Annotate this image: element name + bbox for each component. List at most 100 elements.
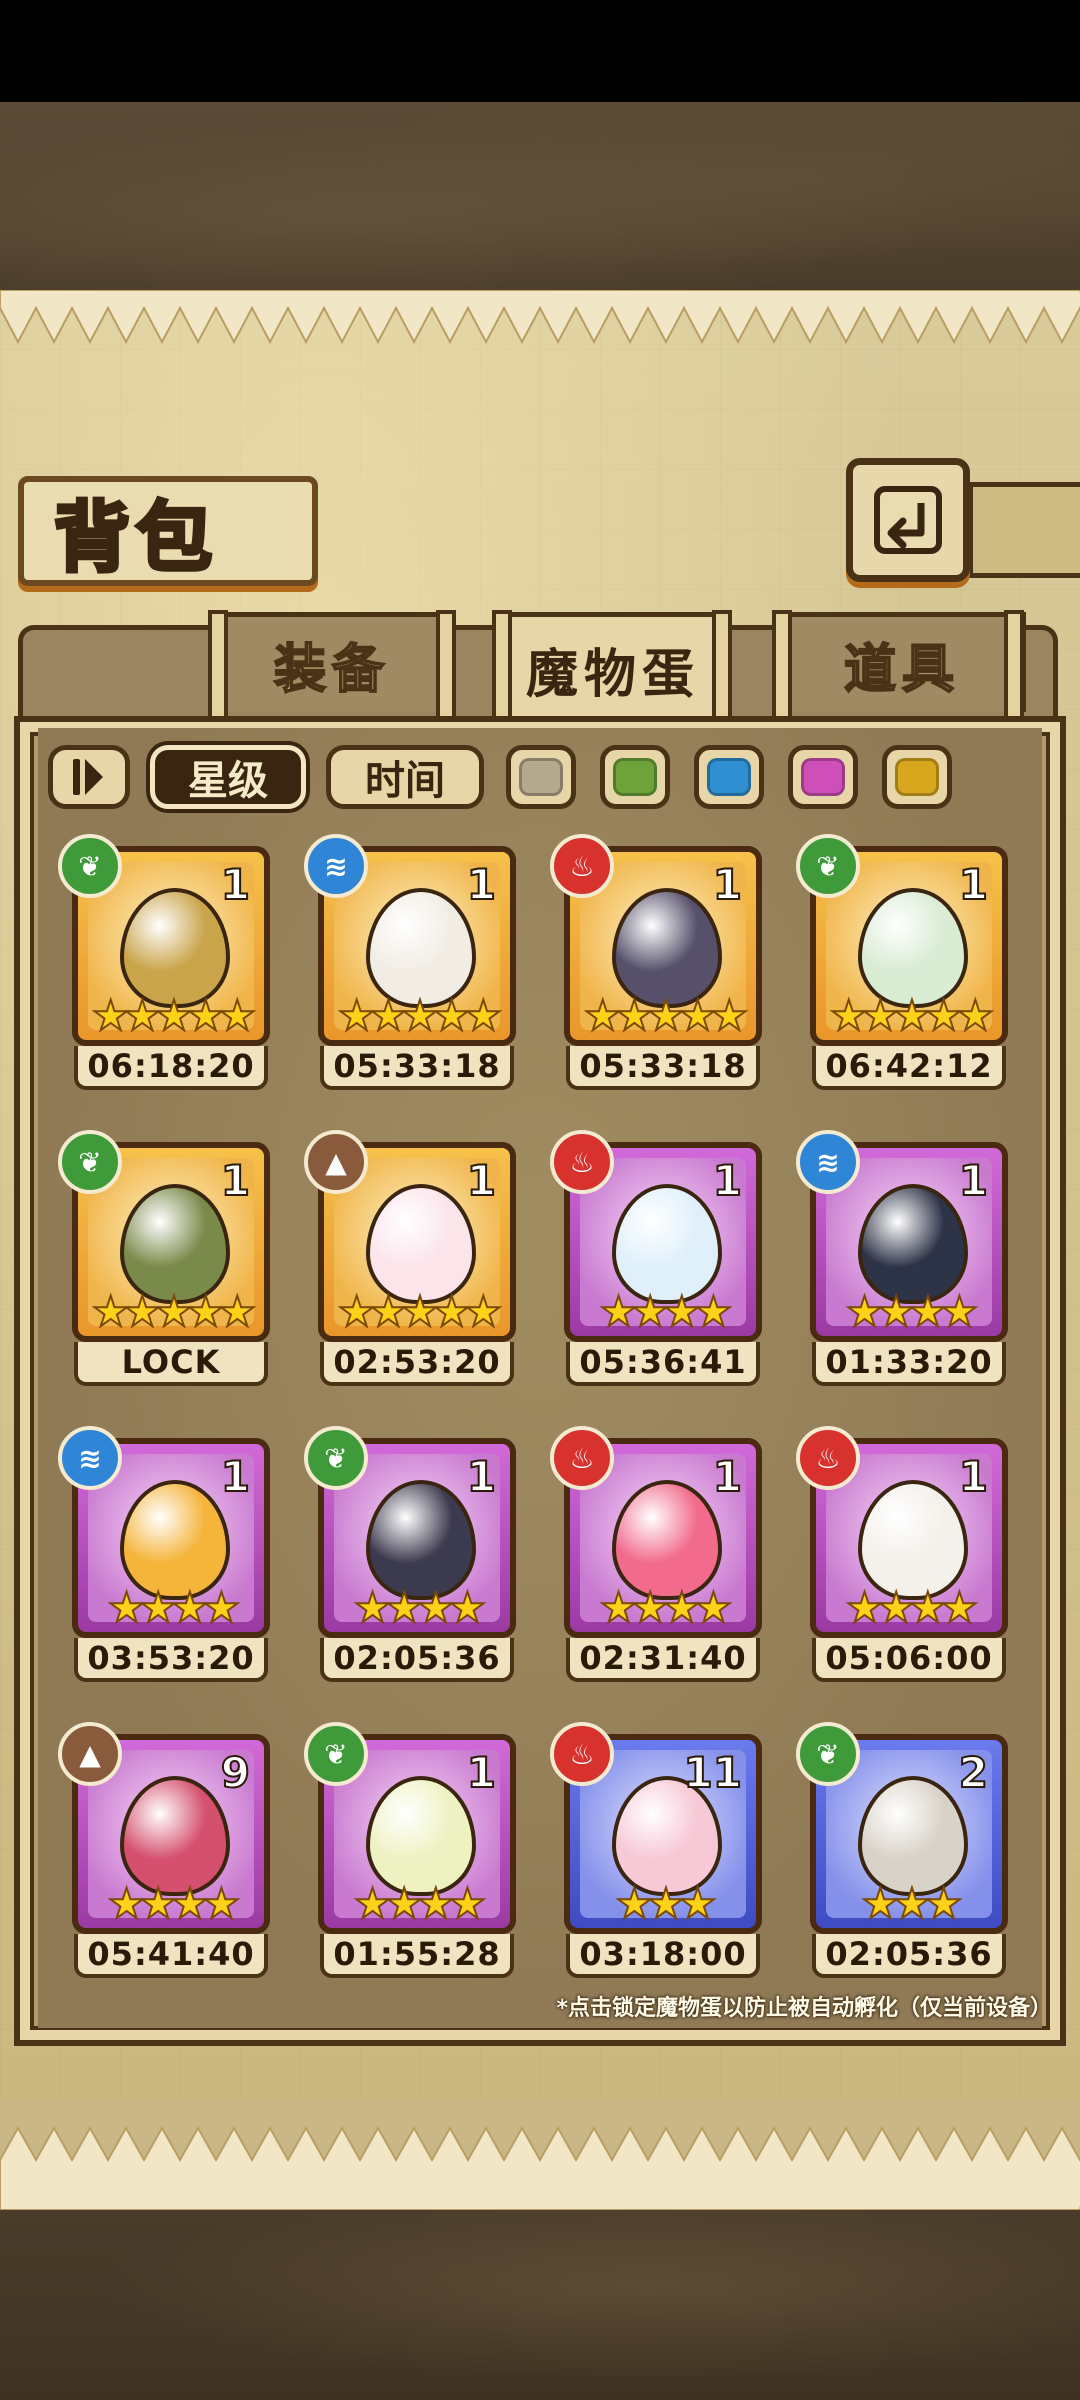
- hatch-timer: 05:06:00: [812, 1638, 1006, 1682]
- egg-count: 1: [958, 1155, 989, 1206]
- swatch-purple: [801, 758, 845, 796]
- earth-element-icon: ▲: [304, 1130, 368, 1194]
- filter-color-green[interactable]: [600, 745, 670, 809]
- tab-post: [772, 610, 792, 728]
- fire-element-icon: ♨: [550, 1722, 614, 1786]
- egg-card[interactable]: 9 ★★★★ ▲ 05:41:40: [58, 1722, 270, 1978]
- egg-card[interactable]: 1 ★★★★ ≋ 01:33:20: [796, 1130, 1008, 1386]
- water-element-icon: ≋: [796, 1130, 860, 1194]
- egg-count: 1: [466, 1155, 497, 1206]
- filter-color-gold[interactable]: [882, 745, 952, 809]
- star-rating: ★★★★★: [91, 991, 257, 1040]
- hatch-timer: 02:05:36: [812, 1934, 1006, 1978]
- hatch-timer: 03:18:00: [566, 1934, 760, 1978]
- hatch-timer: 02:05:36: [320, 1638, 514, 1682]
- tab-monster-eggs[interactable]: 魔物蛋: [498, 612, 728, 722]
- tab-post: [492, 610, 512, 728]
- egg-card[interactable]: 1 ★★★★★ ❦ 06:18:20: [58, 834, 270, 1090]
- hatch-timer: 05:36:41: [566, 1342, 760, 1386]
- egg-card[interactable]: 1 ★★★★★ ❦ 06:42:12: [796, 834, 1008, 1090]
- star-rating: ★★★★: [107, 1879, 242, 1928]
- water-element-icon: ≋: [58, 1426, 122, 1490]
- status-bar: [0, 0, 1080, 102]
- water-element-icon: ≋: [304, 834, 368, 898]
- back-button[interactable]: [846, 458, 970, 582]
- hatch-timer-text: 05:41:40: [87, 1935, 255, 1973]
- star-rating: ★★★★: [845, 1287, 980, 1336]
- hatch-timer-text: 05:06:00: [825, 1639, 993, 1677]
- lock-hint-note: *点击锁定魔物蛋以防止被自动孵化（仅当前设备）: [556, 1996, 1052, 2021]
- tab-label: 装备: [273, 638, 390, 701]
- sort-by-time-button[interactable]: 时间: [326, 745, 484, 809]
- star-rating: ★★★★: [107, 1583, 242, 1632]
- egg-card[interactable]: 1 ★★★★★ ≋ 05:33:18: [304, 834, 516, 1090]
- hatch-timer: 02:31:40: [566, 1638, 760, 1682]
- hatch-timer-text: LOCK: [121, 1343, 221, 1381]
- fire-element-icon: ♨: [550, 1130, 614, 1194]
- egg-count: 1: [220, 859, 251, 910]
- filter-color-blue[interactable]: [694, 745, 764, 809]
- sort-order-icon: [73, 759, 103, 795]
- hatch-timer: 01:33:20: [812, 1342, 1006, 1386]
- egg-card[interactable]: 1 ★★★★ ❦ 02:05:36: [304, 1426, 516, 1682]
- egg-count: 11: [683, 1747, 743, 1798]
- tab-equipment[interactable]: 装备: [212, 612, 452, 712]
- egg-card[interactable]: 1 ★★★★ ♨ 05:06:00: [796, 1426, 1008, 1682]
- map-background-top: [0, 102, 1080, 292]
- star-rating: ★★★★: [599, 1287, 734, 1336]
- egg-count: 1: [466, 859, 497, 910]
- swatch-green: [613, 758, 657, 796]
- hatch-timer-text: 05:33:18: [579, 1047, 747, 1085]
- hatch-timer-text: 05:36:41: [579, 1343, 747, 1381]
- hatch-timer: LOCK: [74, 1342, 268, 1386]
- egg-card[interactable]: 1 ★★★★ ≋ 03:53:20: [58, 1426, 270, 1682]
- filter-color-gray[interactable]: [506, 745, 576, 809]
- star-rating: ★★★★★: [583, 991, 749, 1040]
- zigzag-border-top: [0, 290, 1080, 345]
- sort-by-time-label: 时间: [365, 758, 445, 804]
- hatch-timer-text: 06:42:12: [825, 1047, 993, 1085]
- hatch-timer: 03:53:20: [74, 1638, 268, 1682]
- tab-post: [1004, 610, 1024, 728]
- star-rating: ★★★★★: [337, 1287, 503, 1336]
- star-rating: ★★★★★: [91, 1287, 257, 1336]
- egg-card[interactable]: 2 ★★★ ❦ 02:05:36: [796, 1722, 1008, 1978]
- hatch-timer-text: 05:33:18: [333, 1047, 501, 1085]
- hatch-timer: 05:41:40: [74, 1934, 268, 1978]
- grass-element-icon: ❦: [304, 1426, 368, 1490]
- egg-count: 1: [712, 1155, 743, 1206]
- star-rating: ★★★★: [845, 1583, 980, 1632]
- sort-by-star-button[interactable]: 星级: [150, 745, 306, 809]
- grass-element-icon: ❦: [796, 834, 860, 898]
- tab-items[interactable]: 道具: [778, 612, 1026, 712]
- hatch-timer: 01:55:28: [320, 1934, 514, 1978]
- screen: { "header": { "title": "背包" }, "tabs": […: [0, 0, 1080, 2400]
- back-button-rail: [968, 482, 1080, 578]
- hatch-timer: 05:33:18: [566, 1046, 760, 1090]
- grass-element-icon: ❦: [304, 1722, 368, 1786]
- egg-card[interactable]: 1 ★★★★★ ♨ 05:33:18: [550, 834, 762, 1090]
- page-title: 背包: [52, 491, 218, 584]
- sort-by-star-label: 星级: [188, 758, 268, 804]
- egg-count: 1: [466, 1451, 497, 1502]
- filter-color-purple[interactable]: [788, 745, 858, 809]
- sort-order-toggle[interactable]: [48, 745, 130, 809]
- hatch-timer: 05:33:18: [320, 1046, 514, 1090]
- egg-card[interactable]: 1 ★★★★★ ❦ LOCK: [58, 1130, 270, 1386]
- fire-element-icon: ♨: [550, 834, 614, 898]
- egg-card[interactable]: 1 ★★★★ ♨ 02:31:40: [550, 1426, 762, 1682]
- star-rating: ★★★★: [353, 1879, 488, 1928]
- hatch-timer-text: 06:18:20: [87, 1047, 255, 1085]
- star-rating: ★★★: [861, 1879, 964, 1928]
- grass-element-icon: ❦: [796, 1722, 860, 1786]
- egg-count: 9: [220, 1747, 251, 1798]
- egg-card[interactable]: 1 ★★★★ ♨ 05:36:41: [550, 1130, 762, 1386]
- egg-card[interactable]: 1 ★★★★★ ▲ 02:53:20: [304, 1130, 516, 1386]
- hatch-timer-text: 01:33:20: [825, 1343, 993, 1381]
- egg-count: 1: [466, 1747, 497, 1798]
- egg-card[interactable]: 1 ★★★★ ❦ 01:55:28: [304, 1722, 516, 1978]
- egg-count: 1: [712, 859, 743, 910]
- fire-element-icon: ♨: [550, 1426, 614, 1490]
- hatch-timer-text: 03:53:20: [87, 1639, 255, 1677]
- egg-card[interactable]: 11 ★★★ ♨ 03:18:00: [550, 1722, 762, 1978]
